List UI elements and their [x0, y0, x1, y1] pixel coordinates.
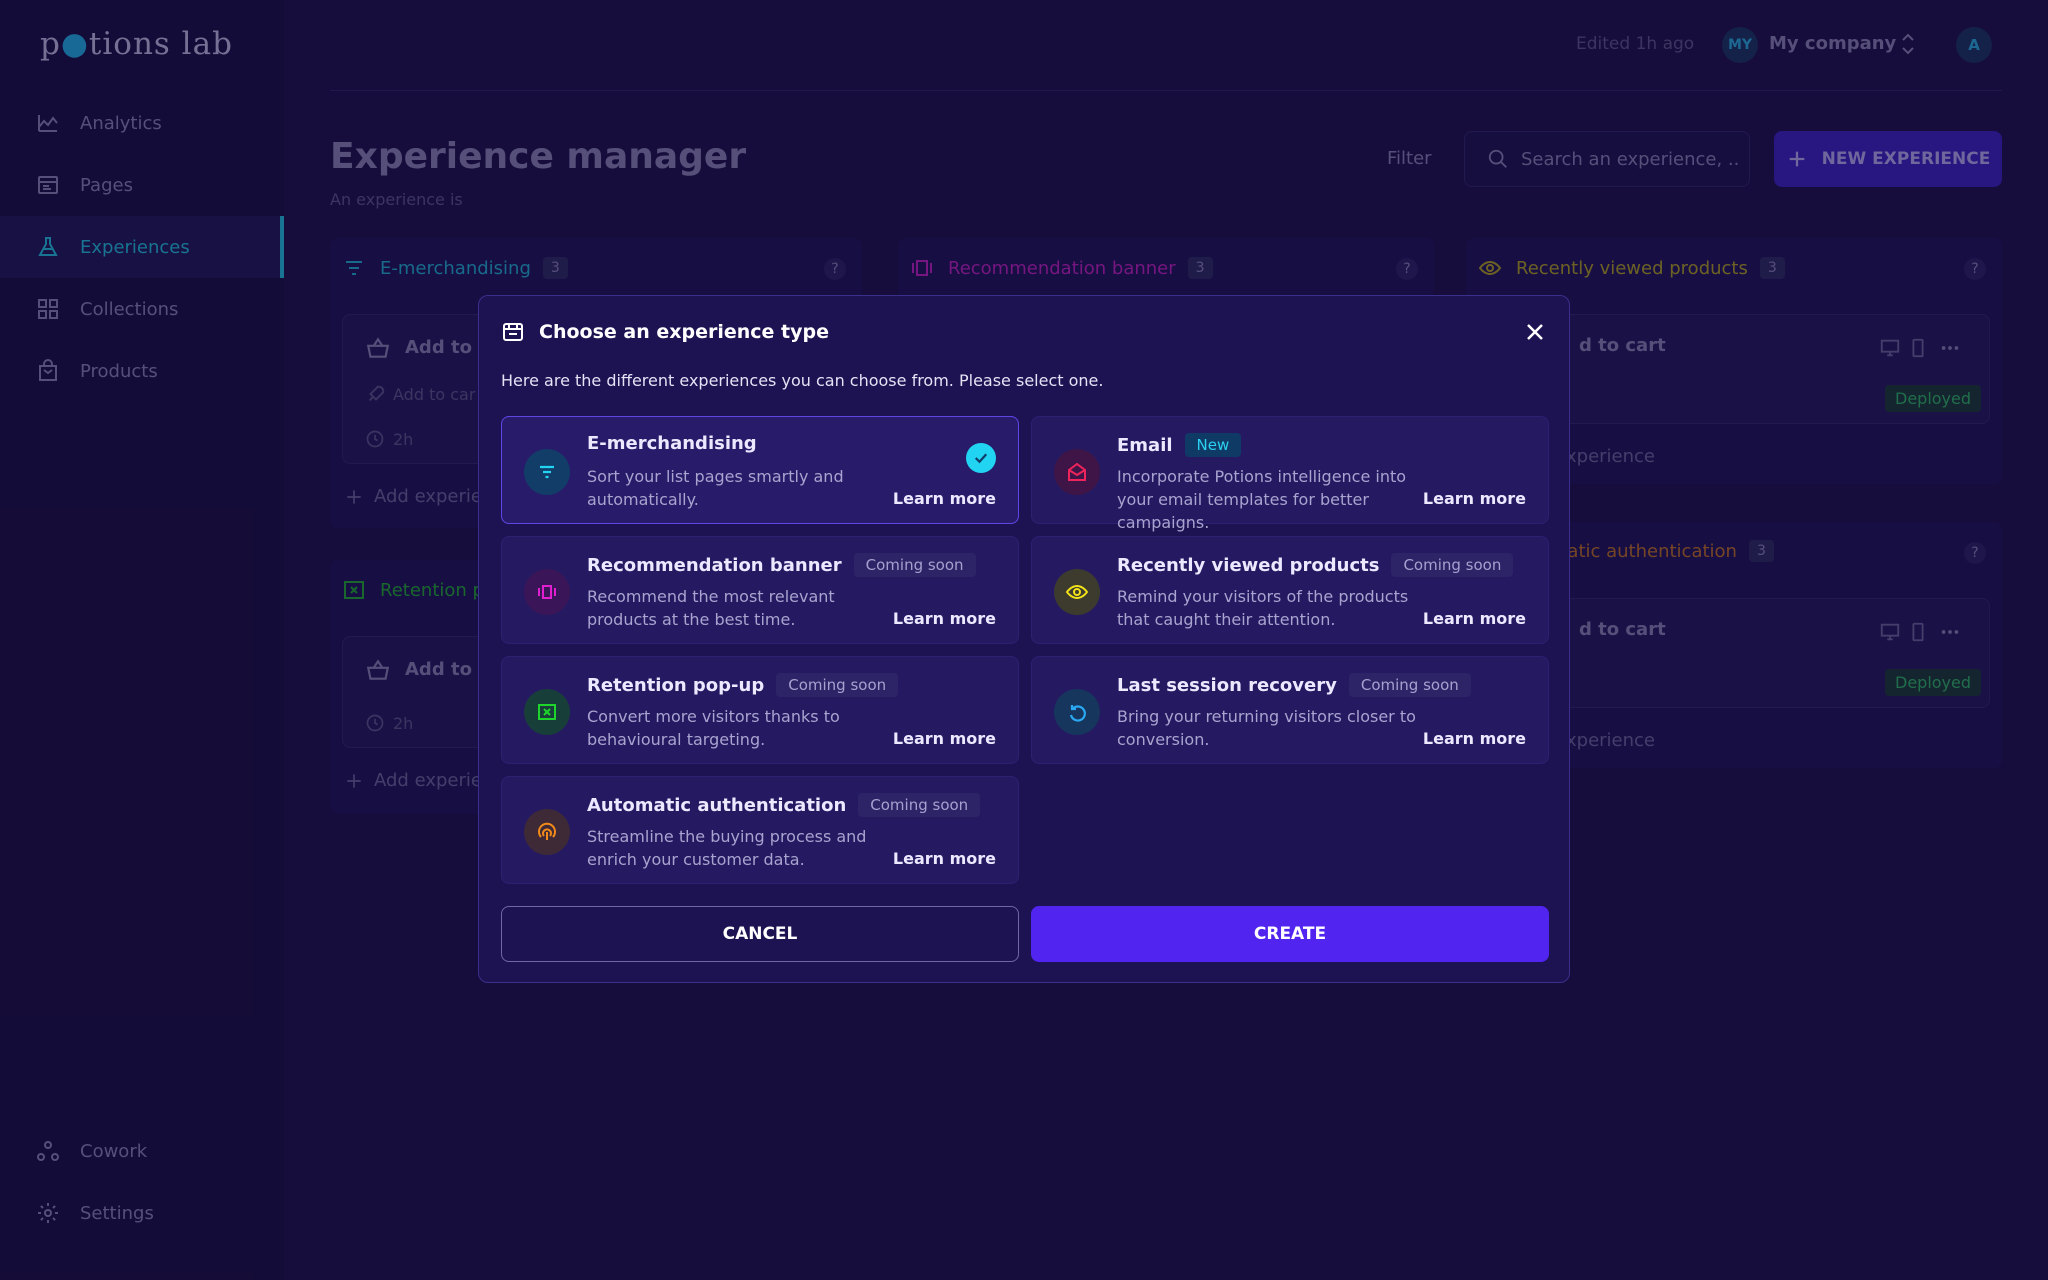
option-title: Last session recovery Coming soon	[1117, 673, 1471, 697]
option-email[interactable]: Email New Incorporate Potions intelligen…	[1031, 416, 1549, 532]
popup-icon	[538, 704, 556, 720]
option-title: E-merchandising	[587, 433, 757, 454]
eye-icon	[1065, 584, 1089, 600]
option-automatic-authentication[interactable]: Automatic authentication Coming soon Str…	[501, 776, 1019, 884]
option-last-session-recovery[interactable]: Last session recovery Coming soon Bring …	[1031, 656, 1549, 764]
option-recently-viewed-products[interactable]: Recently viewed products Coming soon Rem…	[1031, 536, 1549, 644]
option-title-text: Last session recovery	[1117, 674, 1337, 696]
mail-icon	[1068, 462, 1086, 481]
modal-title: Choose an experience type	[539, 321, 829, 343]
learn-more-link[interactable]: Learn more	[893, 729, 996, 748]
option-description: Convert more visitors thanks to behaviou…	[587, 707, 840, 749]
learn-more-link[interactable]: Learn more	[893, 609, 996, 628]
close-icon[interactable]	[1523, 320, 1547, 344]
learn-more-link[interactable]: Learn more	[1423, 489, 1526, 508]
modal-description: Here are the different experiences you c…	[501, 371, 1104, 390]
option-title: Recommendation banner Coming soon	[587, 553, 976, 577]
option-icon	[1054, 449, 1100, 495]
create-button[interactable]: CREATE	[1031, 906, 1549, 962]
modal-header: Choose an experience type	[501, 320, 829, 344]
coming-soon-badge: Coming soon	[1391, 553, 1514, 577]
option-title: Recently viewed products Coming soon	[1117, 553, 1514, 577]
learn-more-link[interactable]: Learn more	[1423, 609, 1526, 628]
option-icon	[524, 449, 570, 495]
option-icon	[1054, 689, 1100, 735]
refresh-icon	[1069, 705, 1086, 722]
option-title-text: E-merchandising	[587, 433, 757, 454]
option-icon	[1054, 569, 1100, 615]
option-icon	[524, 569, 570, 615]
option-title-text: Recommendation banner	[587, 554, 842, 576]
option-title-text: Automatic authentication	[587, 794, 847, 816]
check-icon	[966, 443, 996, 473]
option-recommendation-banner[interactable]: Recommendation banner Coming soon Recomm…	[501, 536, 1019, 644]
learn-more-link[interactable]: Learn more	[893, 489, 996, 508]
option-title: Automatic authentication Coming soon	[587, 793, 981, 817]
option-title: Email New	[1117, 433, 1242, 457]
cancel-button[interactable]: CANCEL	[501, 906, 1019, 962]
coming-soon-badge: Coming soon	[776, 673, 899, 697]
option-description: Streamline the buying process and enrich…	[587, 827, 867, 869]
filter-icon	[540, 465, 554, 479]
learn-more-link[interactable]: Learn more	[1423, 729, 1526, 748]
coming-soon-badge: Coming soon	[853, 553, 976, 577]
option-description: Incorporate Potions intelligence into yo…	[1117, 467, 1407, 532]
coming-soon-badge: Coming soon	[1348, 673, 1471, 697]
learn-more-link[interactable]: Learn more	[893, 849, 996, 868]
option-e-merchandising[interactable]: E-merchandising Sort your list pages sma…	[501, 416, 1019, 524]
option-title-text: Recently viewed products	[1117, 554, 1380, 576]
option-description: Remind your visitors of the products tha…	[1117, 587, 1409, 629]
option-title-text: Retention pop-up	[587, 674, 765, 696]
option-title-text: Email	[1117, 434, 1173, 456]
option-retention-popup[interactable]: Retention pop-up Coming soon Convert mor…	[501, 656, 1019, 764]
store-icon	[503, 323, 523, 341]
option-description: Recommend the most relevant products at …	[587, 587, 835, 629]
new-badge: New	[1184, 433, 1242, 457]
carousel-icon	[538, 585, 556, 599]
option-title: Retention pop-up Coming soon	[587, 673, 899, 697]
option-description: Sort your list pages smartly and automat…	[587, 467, 844, 509]
option-description: Bring your returning visitors closer to …	[1117, 707, 1416, 749]
experience-type-modal: Choose an experience type Here are the d…	[478, 295, 1570, 983]
coming-soon-badge: Coming soon	[858, 793, 981, 817]
fingerprint-icon	[538, 822, 556, 840]
option-icon	[524, 689, 570, 735]
option-icon	[524, 809, 570, 855]
